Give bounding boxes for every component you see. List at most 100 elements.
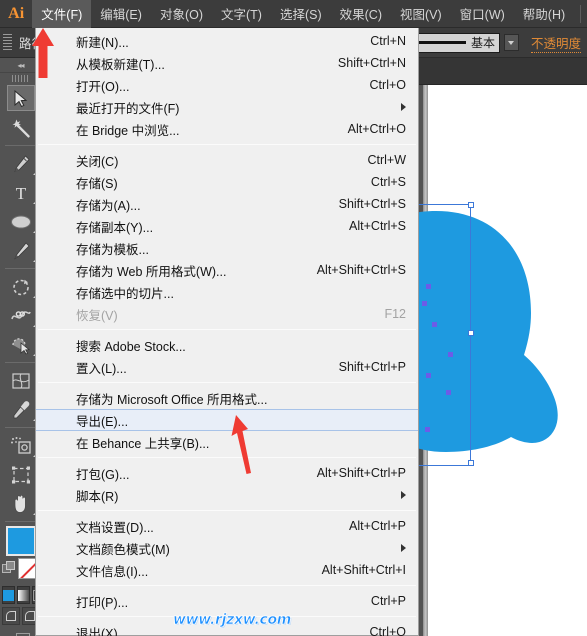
menu-bar: Ai 文件(F) 编辑(E) 对象(O) 文字(T) 选择(S) 效果(C) 视…	[0, 0, 587, 28]
menu-item-2-0[interactable]: 搜索 Adobe Stock...	[36, 334, 418, 356]
menu-separator	[38, 144, 416, 145]
menu-item-label: 存储(S)	[76, 176, 118, 191]
menu-item-shortcut: Alt+Shift+Ctrl+I	[321, 563, 406, 577]
menu-separator	[38, 457, 416, 458]
menu-item-5-0[interactable]: 文档设置(D)... Alt+Ctrl+P	[36, 515, 418, 537]
menu-item-4-1[interactable]: 脚本(R)	[36, 484, 418, 506]
menu-item-3-2[interactable]: 在 Behance 上共享(B)...	[36, 431, 418, 453]
drawing-mode-buttons	[2, 607, 39, 625]
menu-item-0-4[interactable]: 在 Bridge 中浏览... Alt+Ctrl+O	[36, 118, 418, 140]
draw-normal-button[interactable]	[2, 607, 20, 625]
menu-item-shortcut: Ctrl+W	[367, 153, 406, 167]
menu-item-label: 恢复(V)	[76, 308, 118, 323]
menu-item-label: 存储为模板...	[76, 242, 149, 257]
stroke-profile-dropdown-arrow[interactable]	[503, 34, 519, 51]
path-anchor-point[interactable]	[425, 427, 430, 432]
path-anchor-point[interactable]	[448, 352, 453, 357]
menu-item-1-5[interactable]: 存储为 Web 所用格式(W)... Alt+Shift+Ctrl+S	[36, 259, 418, 281]
menu-item-1-0[interactable]: 关闭(C) Ctrl+W	[36, 149, 418, 171]
menu-item-label: 存储选中的切片...	[76, 286, 174, 301]
menu-item-0-0[interactable]: 新建(N)... Ctrl+N	[36, 30, 418, 52]
selection-handle-top-right[interactable]	[468, 201, 474, 208]
menu-item-1-2[interactable]: 存储为(A)... Shift+Ctrl+S	[36, 193, 418, 215]
menu-select[interactable]: 选择(S)	[271, 0, 331, 28]
fill-mode-buttons	[2, 586, 45, 604]
menu-help[interactable]: 帮助(H)	[514, 0, 574, 28]
menu-item-5-1[interactable]: 文档颜色模式(M)	[36, 537, 418, 559]
menu-item-label: 打印(P)...	[76, 595, 129, 610]
path-anchor-point[interactable]	[422, 301, 427, 306]
menu-item-shortcut: Alt+Ctrl+P	[349, 519, 406, 533]
menu-item-2-1[interactable]: 置入(L)... Shift+Ctrl+P	[36, 356, 418, 378]
file-menu-dropdown[interactable]: 新建(N)... Ctrl+N 从模板新建(T)... Shift+Ctrl+N 打开(…	[35, 28, 419, 636]
gradient-mode-button[interactable]	[17, 586, 30, 604]
menu-item-label: 文档设置(D)...	[76, 520, 154, 535]
opacity-label[interactable]: 不透明度	[530, 33, 581, 53]
selection-handle-mid-right[interactable]	[468, 330, 474, 336]
illustrator-logo: Ai	[8, 4, 25, 22]
fill-color-swatch[interactable]	[5, 526, 36, 556]
menu-item-label: 置入(L)...	[76, 361, 127, 376]
menu-item-label: 存储为 Microsoft Office 所用格式...	[76, 392, 268, 407]
illustrator-window: ◂◂ T 路径 基本 不透明度 Ai 文件(F) 编辑(E) 对象(O) 文字(…	[0, 0, 587, 636]
menu-object[interactable]: 对象(O)	[151, 0, 212, 28]
menu-item-label: 最近打开的文件(F)	[76, 101, 180, 116]
menu-item-shortcut: Ctrl+O	[369, 78, 406, 92]
menu-item-shortcut: Alt+Shift+Ctrl+P	[316, 466, 406, 480]
menu-item-shortcut: Ctrl+N	[370, 34, 406, 48]
site-watermark: www.rjzxw.com	[173, 612, 292, 629]
menu-item-label: 存储为(A)...	[76, 198, 141, 213]
menu-item-label: 关闭(C)	[76, 154, 119, 169]
submenu-arrow-icon	[401, 544, 406, 552]
selection-handle-bot-right[interactable]	[468, 460, 474, 466]
menu-separator	[38, 510, 416, 511]
control-bar-grip[interactable]	[3, 33, 12, 52]
menu-type[interactable]: 文字(T)	[212, 0, 271, 28]
menu-item-label: 打开(O)...	[76, 79, 130, 94]
menu-item-0-1[interactable]: 从模板新建(T)... Shift+Ctrl+N	[36, 52, 418, 74]
menu-bar-separator	[580, 4, 581, 23]
annotation-arrow-up-to-file-menu	[32, 28, 54, 78]
stroke-profile-combo[interactable]: 基本	[404, 32, 500, 53]
menu-item-1-3[interactable]: 存储副本(Y)... Alt+Ctrl+S	[36, 215, 418, 237]
color-mode-button[interactable]	[2, 586, 15, 604]
menu-separator	[38, 585, 416, 586]
menu-item-label: 文件信息(I)...	[76, 564, 149, 579]
annotation-arrow-up-to-export-item	[231, 415, 251, 474]
menu-item-shortcut: Ctrl+P	[370, 594, 406, 608]
menu-item-shortcut: F12	[384, 307, 406, 321]
menu-item-shortcut: Ctrl+S	[370, 175, 406, 189]
artboard[interactable]	[275, 85, 587, 636]
menu-view[interactable]: 视图(V)	[391, 0, 451, 28]
menu-item-0-3[interactable]: 最近打开的文件(F)	[36, 96, 418, 118]
menu-item-3-0[interactable]: 存储为 Microsoft Office 所用格式...	[36, 387, 418, 409]
menu-item-label: 从模板新建(T)...	[76, 57, 165, 72]
menu-item-shortcut: Alt+Ctrl+O	[347, 122, 406, 136]
menu-item-1-1[interactable]: 存储(S) Ctrl+S	[36, 171, 418, 193]
path-anchor-point[interactable]	[432, 322, 437, 327]
path-anchor-point[interactable]	[426, 284, 431, 289]
menu-item-shortcut: Shift+Ctrl+N	[337, 56, 406, 70]
menu-item-6-0[interactable]: 打印(P)... Ctrl+P	[36, 590, 418, 612]
menu-item-1-4[interactable]: 存储为模板...	[36, 237, 418, 259]
menu-item-label: 脚本(R)	[76, 489, 119, 504]
menu-item-4-0[interactable]: 打包(G)... Alt+Shift+Ctrl+P	[36, 462, 418, 484]
default-fill-stroke-icon[interactable]	[2, 561, 15, 574]
menu-item-0-2[interactable]: 打开(O)... Ctrl+O	[36, 74, 418, 96]
menu-item-label: 在 Bridge 中浏览...	[76, 123, 180, 138]
menu-item-5-2[interactable]: 文件信息(I)... Alt+Shift+Ctrl+I	[36, 559, 418, 581]
menu-file[interactable]: 文件(F)	[32, 0, 92, 28]
path-anchor-point[interactable]	[426, 373, 431, 378]
submenu-arrow-icon	[401, 103, 406, 111]
menu-item-label: 存储为 Web 所用格式(W)...	[76, 264, 227, 279]
menu-item-label: 新建(N)...	[76, 35, 129, 50]
menu-item-label: 打包(G)...	[76, 467, 130, 482]
path-anchor-point[interactable]	[446, 390, 451, 395]
menu-item-3-1[interactable]: 导出(E)...	[36, 409, 418, 431]
menu-item-shortcut: Shift+Ctrl+S	[338, 197, 406, 211]
menu-effect[interactable]: 效果(C)	[331, 0, 391, 28]
menu-item-1-6[interactable]: 存储选中的切片...	[36, 281, 418, 303]
menu-window[interactable]: 窗口(W)	[451, 0, 514, 28]
menu-item-label: 存储副本(Y)...	[76, 220, 154, 235]
menu-edit[interactable]: 编辑(E)	[91, 0, 151, 28]
